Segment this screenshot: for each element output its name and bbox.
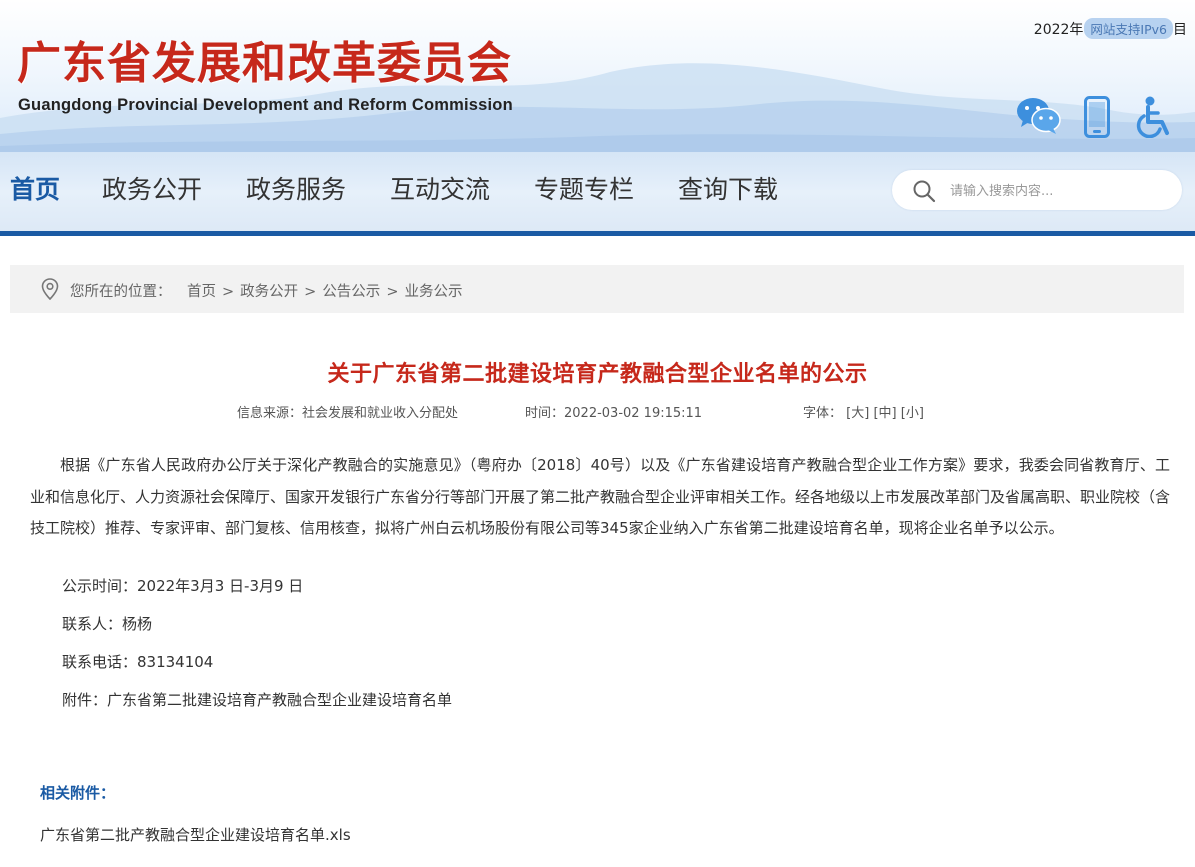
breadcrumb-item-home[interactable]: 首页 <box>187 284 216 300</box>
search-input[interactable] <box>948 179 1172 203</box>
top-note-tail: 目 <box>1173 21 1187 38</box>
search-icon[interactable] <box>912 179 936 203</box>
contact-phone: 联系电话：83134104 <box>62 653 214 671</box>
article-source: 信息来源：社会发展和就业收入分配处 <box>237 406 459 421</box>
site-title[interactable]: 广东省发展和改革委员会 <box>17 42 512 86</box>
nav-item-government-affairs[interactable]: 政务公开 <box>102 174 202 207</box>
breadcrumb-item-business-notice[interactable]: 业务公示 <box>404 284 462 300</box>
search-box <box>892 170 1182 210</box>
nav-item-special-topics[interactable]: 专题专栏 <box>534 174 634 207</box>
breadcrumb-trail: 首页 > 政务公开 > 公告公示 > 业务公示 <box>187 280 462 301</box>
nav-divider <box>0 231 1195 236</box>
font-size-medium-button[interactable]: [中] <box>873 406 896 421</box>
font-size-label: 字体： <box>803 406 843 421</box>
top-notice: 2022年 网站支持IPv6 目 <box>1034 18 1187 39</box>
location-pin-icon <box>41 278 59 300</box>
breadcrumb-separator: > <box>386 284 399 300</box>
top-note-text: 2022年 <box>1033 21 1084 38</box>
ipv6-badge[interactable]: 网站支持IPv6 <box>1084 18 1173 39</box>
breadcrumb-label: 您所在的位置： <box>70 284 172 300</box>
nav-item-services[interactable]: 政务服务 <box>246 174 346 207</box>
breadcrumb: 您所在的位置： 首页 > 政务公开 > 公告公示 > 业务公示 <box>10 265 1184 313</box>
wechat-icon[interactable] <box>1016 96 1062 136</box>
site-subtitle: Guangdong Provincial Development and Ref… <box>18 96 513 114</box>
breadcrumb-separator: > <box>304 284 317 300</box>
nav-item-interaction[interactable]: 互动交流 <box>390 174 490 207</box>
contact-person: 联系人：杨杨 <box>62 615 153 633</box>
article-time: 时间：2022-03-02 19:15:11 <box>525 406 703 421</box>
mobile-icon[interactable] <box>1084 96 1110 138</box>
attachment-file-link[interactable]: 广东省第二批产教融合型企业建设培育名单.xls <box>40 824 351 845</box>
font-size-small-button[interactable]: [小] <box>901 406 924 421</box>
breadcrumb-item-government-affairs[interactable]: 政务公开 <box>240 284 298 300</box>
related-attachments-title: 相关附件： <box>40 784 116 802</box>
nav-item-home[interactable]: 首页 <box>10 174 60 207</box>
attachment-note: 附件：广东省第二批建设培育产教融合型企业建设培育名单 <box>62 691 453 709</box>
breadcrumb-item-announcements[interactable]: 公告公示 <box>322 284 380 300</box>
header-banner: 2022年 网站支持IPv6 目 广东省发展和改革委员会 Guangdong P… <box>0 0 1195 152</box>
accessibility-icon[interactable] <box>1136 96 1174 138</box>
breadcrumb-separator: > <box>222 284 235 300</box>
article-body-paragraph: 根据《广东省人民政府办公厅关于深化产教融合的实施意见》（粤府办〔2018〕40号… <box>30 456 1171 537</box>
article-title: 关于广东省第二批建设培育产教融合型企业名单的公示 <box>327 362 868 387</box>
font-size-large-button[interactable]: [大] <box>846 406 869 421</box>
font-size-controls: 字体： [大] [中] [小] <box>803 402 924 421</box>
nav-item-query-download[interactable]: 查询下载 <box>678 174 778 207</box>
notice-period: 公示时间：2022年3月3 日-3月9 日 <box>62 577 304 595</box>
